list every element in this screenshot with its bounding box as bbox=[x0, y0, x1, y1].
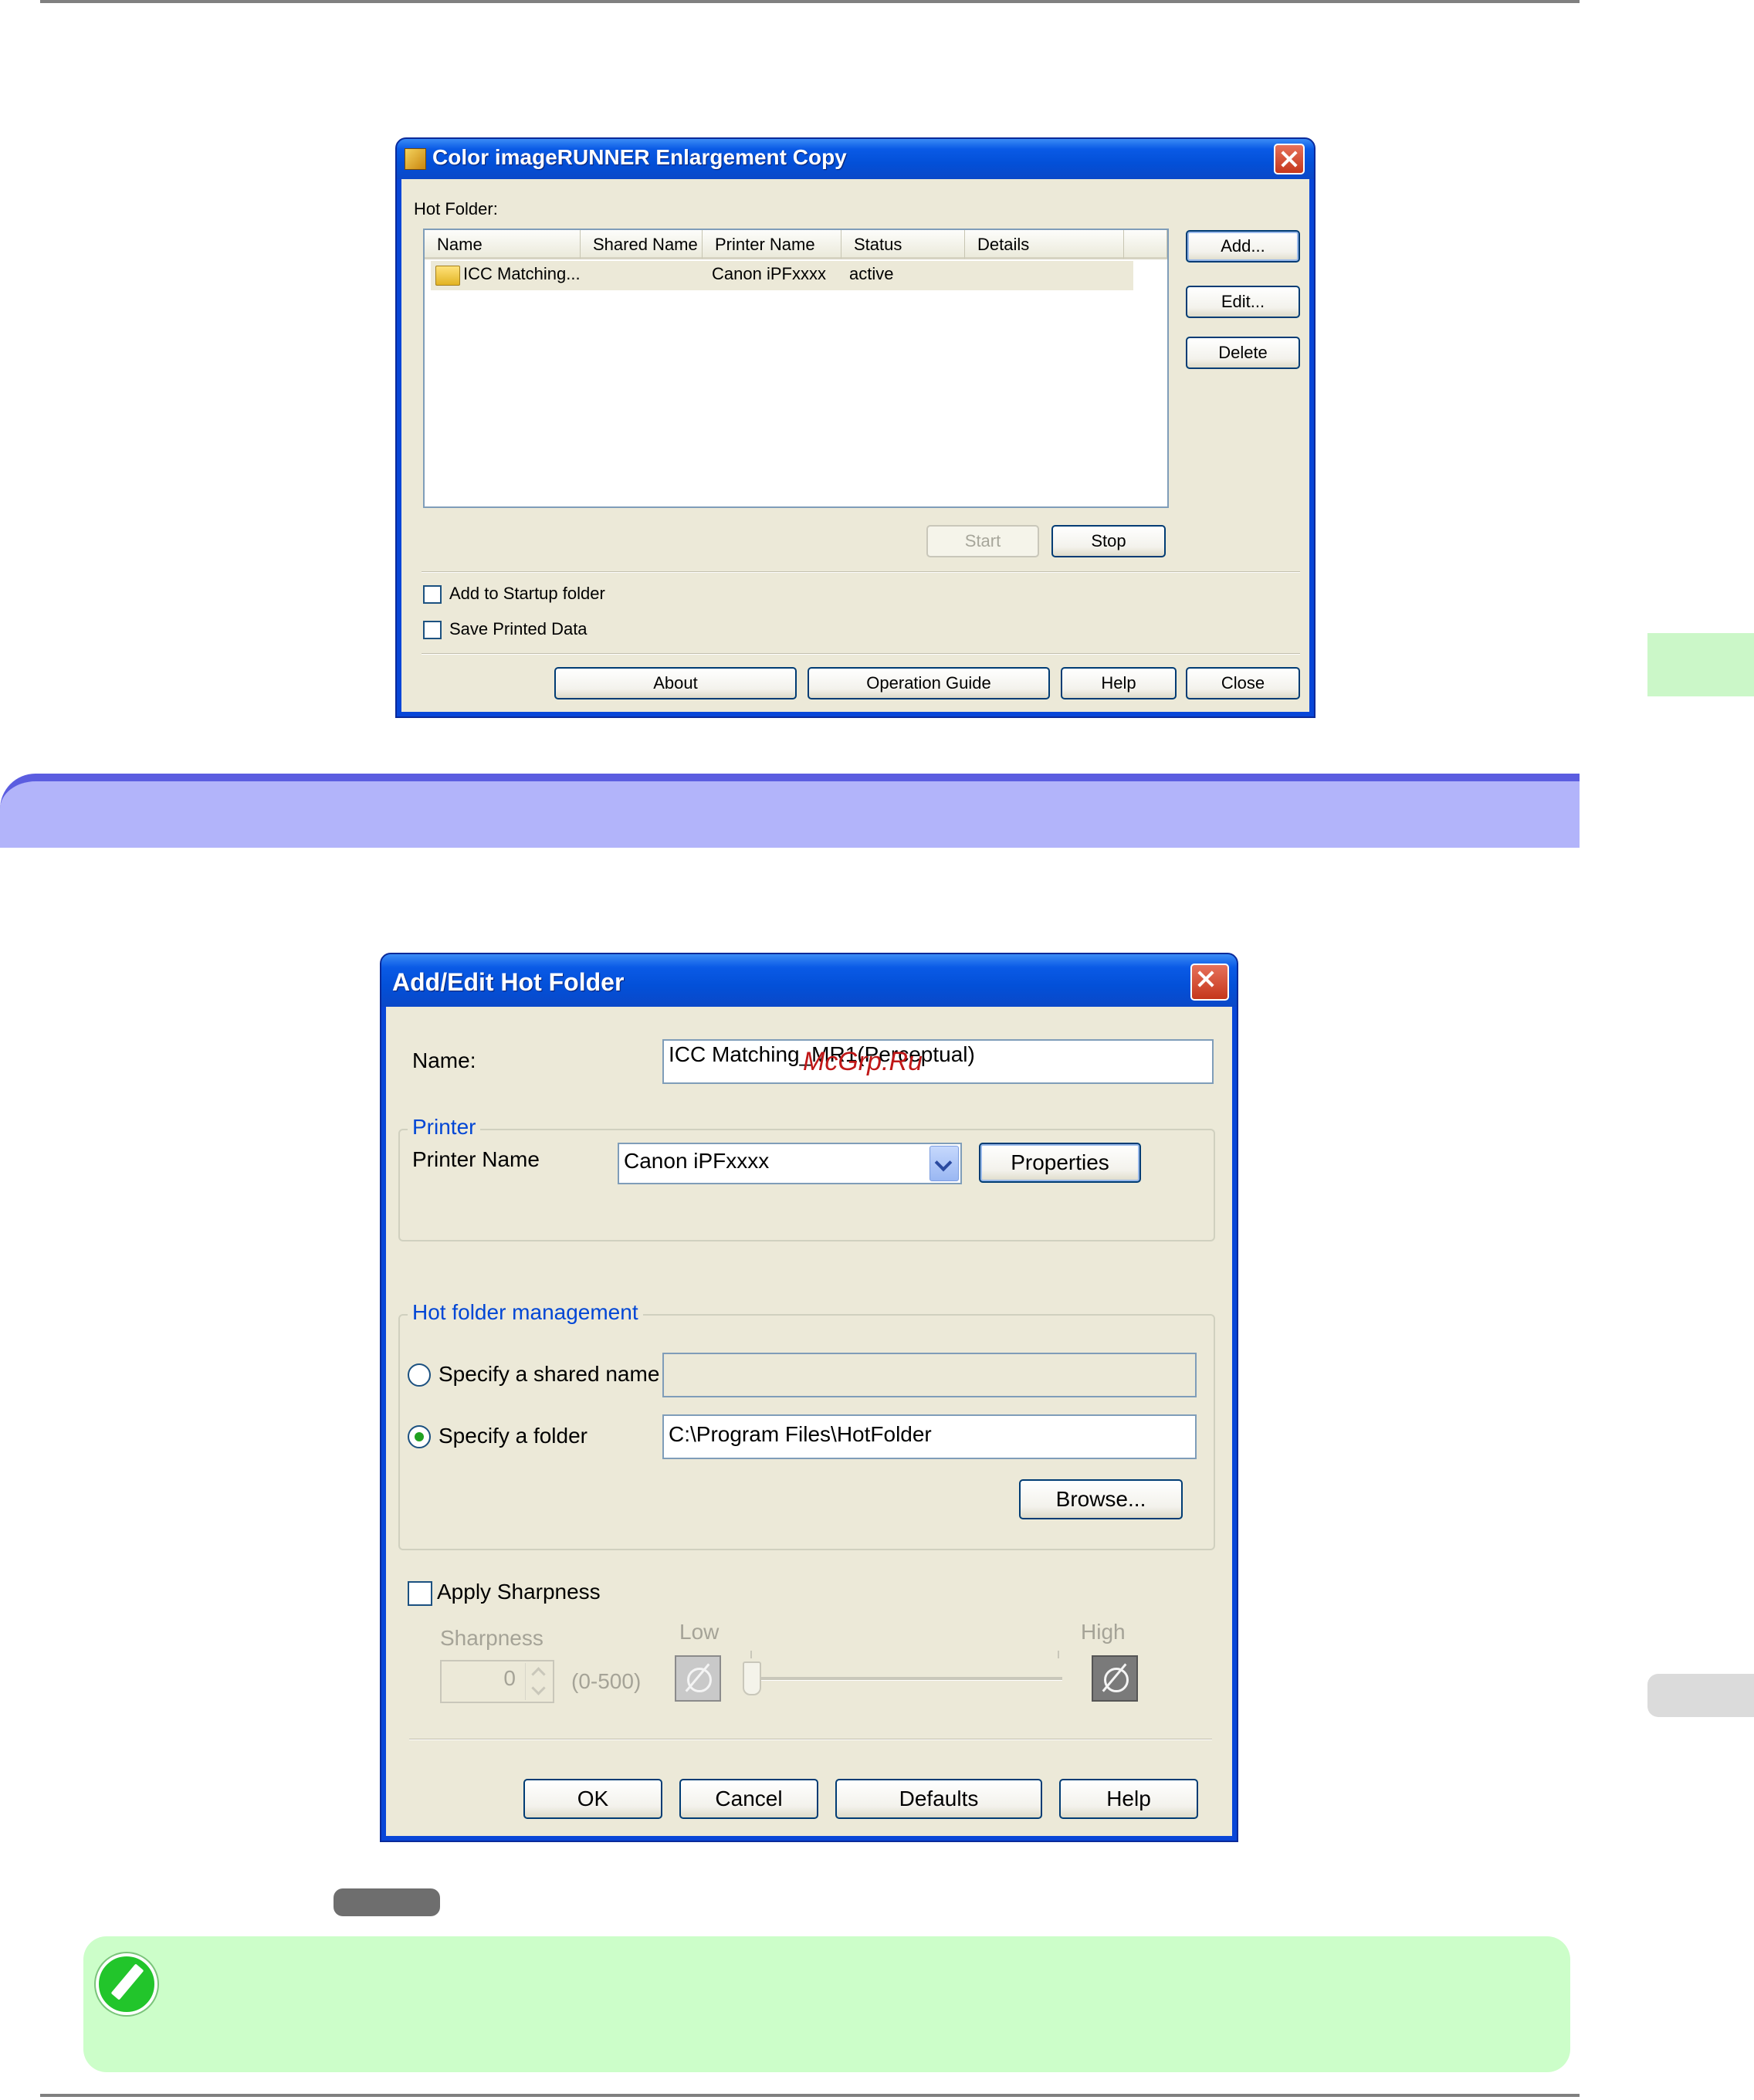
window-title: Color imageRUNNER Enlargement Copy bbox=[432, 145, 847, 169]
column-shared-name[interactable]: Shared Name bbox=[581, 230, 703, 259]
high-label: High bbox=[1081, 1620, 1126, 1644]
dialog-client: Name: ICC Matching_MR1(Perceptual) McGrp… bbox=[386, 1007, 1232, 1836]
title-bar: Add/Edit Hot Folder bbox=[381, 954, 1237, 1007]
low-label: Low bbox=[679, 1620, 720, 1644]
operation-guide-button[interactable]: Operation Guide bbox=[808, 667, 1050, 699]
folder-path-field[interactable]: C:\Program Files\HotFolder bbox=[662, 1414, 1197, 1459]
sharpness-range: (0-500) bbox=[571, 1669, 642, 1693]
watermark: McGrp.Ru bbox=[803, 1047, 923, 1076]
startup-checkbox[interactable] bbox=[423, 585, 442, 604]
add-button[interactable]: Add... bbox=[1186, 230, 1300, 262]
apply-sharpness-checkbox[interactable] bbox=[408, 1581, 432, 1606]
browse-button[interactable]: Browse... bbox=[1019, 1479, 1183, 1519]
defaults-button[interactable]: Defaults bbox=[835, 1779, 1042, 1819]
column-filler bbox=[1124, 230, 1167, 259]
add-edit-hot-folder-dialog: Add/Edit Hot Folder Name: ICC Matching_M… bbox=[380, 953, 1238, 1842]
about-button[interactable]: About bbox=[554, 667, 797, 699]
slider-tick bbox=[750, 1651, 752, 1658]
label-pill bbox=[334, 1888, 440, 1916]
shared-name-radio[interactable] bbox=[408, 1363, 431, 1387]
title-bar: Color imageRUNNER Enlargement Copy bbox=[397, 139, 1314, 179]
printer-group-title: Printer bbox=[408, 1115, 481, 1140]
folder-radio[interactable] bbox=[408, 1425, 431, 1448]
column-name[interactable]: Name bbox=[425, 230, 581, 259]
section-header-bar bbox=[0, 774, 1580, 848]
sharpness-slider-track[interactable] bbox=[746, 1677, 1062, 1681]
folder-label: Specify a folder bbox=[438, 1424, 587, 1448]
save-printed-label: Save Printed Data bbox=[449, 619, 587, 638]
note-box bbox=[83, 1936, 1570, 2072]
row-status: active bbox=[849, 264, 894, 283]
divider bbox=[409, 1739, 1212, 1740]
window-client: Hot Folder: Name Shared Name Printer Nam… bbox=[401, 179, 1309, 712]
apply-sharpness-label: Apply Sharpness bbox=[437, 1580, 601, 1604]
name-field[interactable]: ICC Matching_MR1(Perceptual) bbox=[662, 1039, 1214, 1084]
cancel-button[interactable]: Cancel bbox=[679, 1779, 818, 1819]
properties-button[interactable]: Properties bbox=[979, 1143, 1141, 1183]
app-icon bbox=[405, 148, 426, 170]
top-rule bbox=[40, 0, 1580, 3]
high-sharpness-icon bbox=[1092, 1655, 1138, 1702]
chapter-tab bbox=[1647, 633, 1754, 696]
column-status[interactable]: Status bbox=[841, 230, 965, 259]
column-details[interactable]: Details bbox=[965, 230, 1124, 259]
pencil-icon bbox=[96, 1953, 157, 2015]
spinner-arrows-icon[interactable] bbox=[525, 1663, 552, 1700]
slider-tick bbox=[1058, 1651, 1059, 1658]
hot-folder-management-title: Hot folder management bbox=[408, 1300, 643, 1325]
divider bbox=[422, 571, 1300, 573]
row-printer-name: Canon iPFxxxx bbox=[712, 264, 826, 283]
index-tab bbox=[1647, 1674, 1754, 1717]
hot-folder-label: Hot Folder: bbox=[414, 199, 498, 218]
delete-button[interactable]: Delete bbox=[1186, 337, 1300, 369]
table-row[interactable]: ICC Matching... Canon iPFxxxx active bbox=[431, 261, 1133, 290]
column-printer-name[interactable]: Printer Name bbox=[703, 230, 841, 259]
divider bbox=[422, 653, 1300, 655]
help-button[interactable]: Help bbox=[1061, 667, 1177, 699]
enlargement-copy-window: Color imageRUNNER Enlargement Copy Hot F… bbox=[395, 137, 1316, 718]
name-label: Name: bbox=[412, 1048, 476, 1072]
row-name: ICC Matching... bbox=[463, 264, 581, 283]
bottom-rule bbox=[40, 2094, 1580, 2097]
low-sharpness-icon bbox=[675, 1655, 721, 1702]
printer-name-label: Printer Name bbox=[412, 1147, 540, 1171]
edit-button[interactable]: Edit... bbox=[1186, 286, 1300, 318]
startup-label: Add to Startup folder bbox=[449, 584, 605, 603]
save-printed-checkbox[interactable] bbox=[423, 621, 442, 639]
chevron-down-icon[interactable] bbox=[929, 1146, 959, 1181]
close-icon[interactable] bbox=[1190, 964, 1229, 1001]
help-button[interactable]: Help bbox=[1059, 1779, 1198, 1819]
printer-select[interactable]: Canon iPFxxxx bbox=[618, 1143, 962, 1184]
dialog-title: Add/Edit Hot Folder bbox=[392, 968, 625, 996]
hot-folder-list[interactable]: Name Shared Name Printer Name Status Det… bbox=[423, 229, 1169, 508]
sharpness-label: Sharpness bbox=[440, 1626, 543, 1650]
close-button[interactable]: Close bbox=[1186, 667, 1300, 699]
ok-button[interactable]: OK bbox=[523, 1779, 662, 1819]
shared-name-field[interactable] bbox=[662, 1353, 1197, 1397]
shared-name-label: Specify a shared name bbox=[438, 1362, 660, 1386]
stop-button[interactable]: Stop bbox=[1051, 525, 1166, 557]
start-button[interactable]: Start bbox=[926, 525, 1039, 557]
folder-icon bbox=[435, 266, 460, 286]
close-icon[interactable] bbox=[1274, 144, 1305, 174]
sharpness-slider-thumb[interactable] bbox=[743, 1661, 761, 1695]
